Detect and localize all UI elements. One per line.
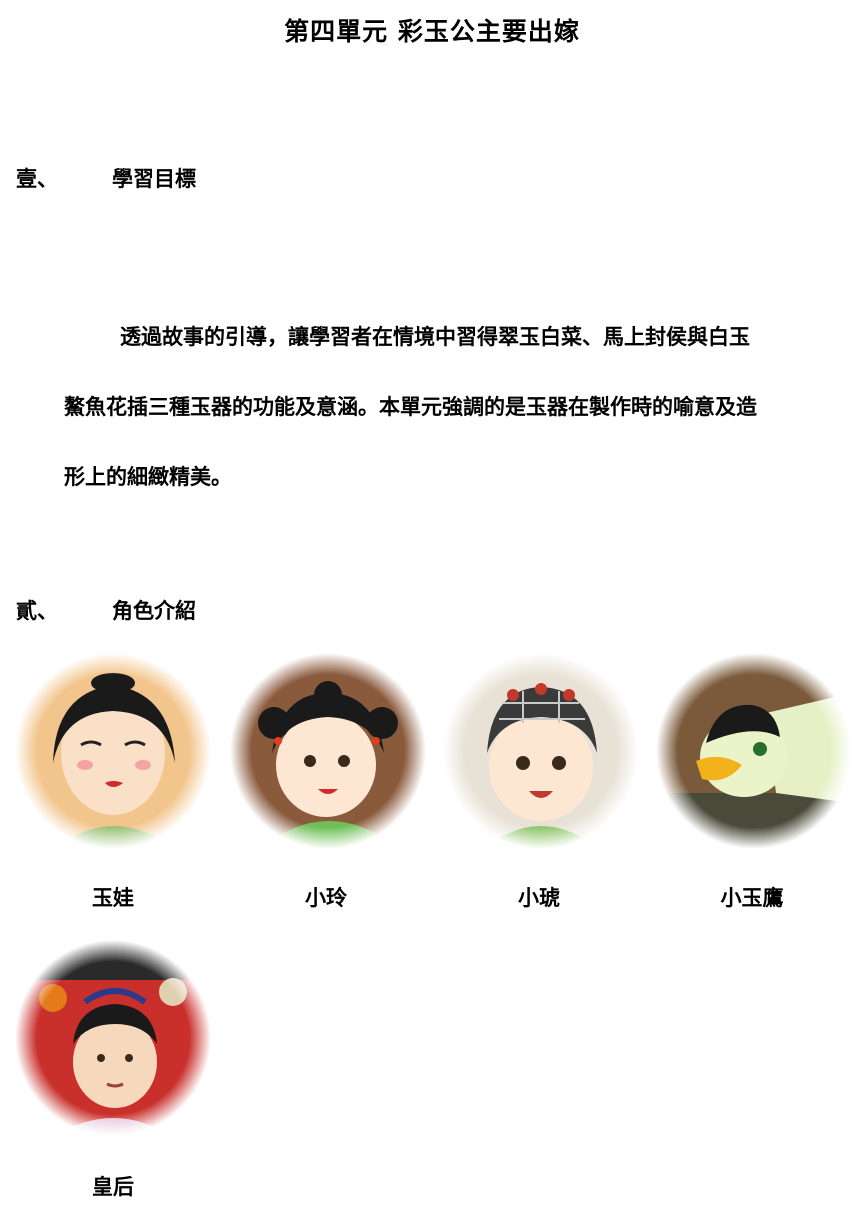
character-name: 小玉鷹 xyxy=(720,886,784,910)
page-title: 第四單元 彩玉公主要出嫁 xyxy=(284,17,580,46)
paragraph-line: 透過故事的引導，讓學習者在情境中習得翠玉白菜、馬上封侯與白玉 xyxy=(120,325,750,349)
eagle-portrait xyxy=(656,653,852,849)
character-name: 小玲 xyxy=(305,886,347,910)
xiaohu-portrait xyxy=(443,653,639,849)
section-title: 學習目標 xyxy=(112,167,196,191)
empress-portrait xyxy=(15,940,211,1136)
character-name: 玉娃 xyxy=(92,886,134,910)
section-heading-characters: 貳、 角色介紹 xyxy=(16,595,196,625)
character-name: 皇后 xyxy=(92,1175,134,1199)
objective-paragraph: 透過故事的引導，讓學習者在情境中習得翠玉白菜、馬上封侯與白玉 鰲魚花插三種玉器的… xyxy=(64,302,854,512)
paragraph-line: 形上的細緻精美。 xyxy=(64,465,232,489)
section-number: 壹、 xyxy=(16,167,58,191)
section-number: 貳、 xyxy=(16,599,58,623)
section-heading-objectives: 壹、 學習目標 xyxy=(16,163,196,193)
character-name: 小琥 xyxy=(518,886,560,910)
xiaoling-portrait xyxy=(230,653,426,849)
paragraph-line: 鰲魚花插三種玉器的功能及意涵。本單元強調的是玉器在製作時的喻意及造 xyxy=(64,395,757,419)
yuwa-portrait xyxy=(15,653,211,849)
section-title: 角色介紹 xyxy=(112,599,196,623)
